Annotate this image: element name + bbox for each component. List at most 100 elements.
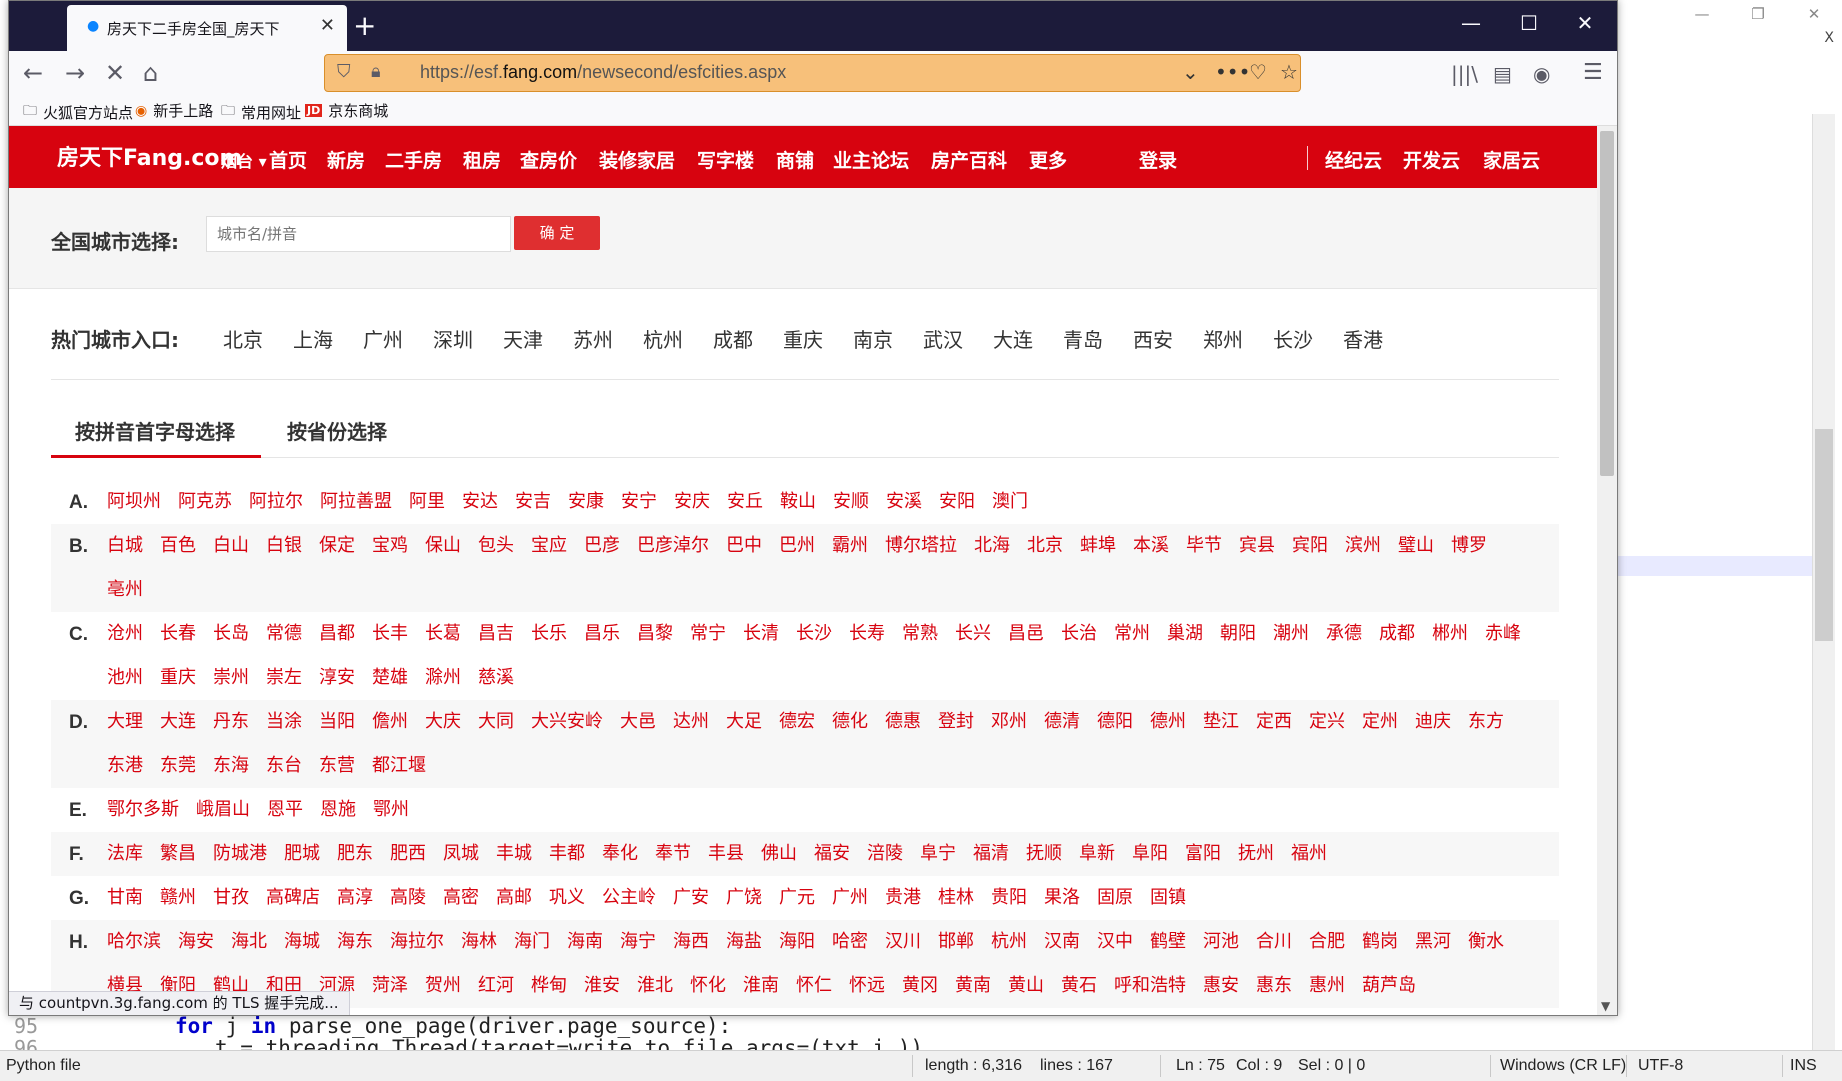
city-link[interactable]: 巢湖 — [1167, 612, 1203, 656]
hot-city-link[interactable]: 重庆 — [783, 324, 823, 353]
city-link[interactable]: 阜新 — [1079, 832, 1115, 876]
city-link[interactable]: 阿里 — [409, 480, 445, 524]
city-link[interactable]: 郴州 — [1432, 612, 1468, 656]
city-link[interactable]: 宾县 — [1239, 524, 1275, 568]
menu-icon[interactable]: ☰ — [1583, 60, 1603, 85]
city-link[interactable]: 都江堰 — [372, 744, 426, 788]
city-link[interactable]: 丰城 — [496, 832, 532, 876]
city-link[interactable]: 璧山 — [1398, 524, 1434, 568]
city-link[interactable]: 丹东 — [213, 700, 249, 744]
city-link[interactable]: 长清 — [743, 612, 779, 656]
city-link[interactable]: 本溪 — [1133, 524, 1169, 568]
city-link[interactable]: 海门 — [514, 920, 550, 964]
city-link[interactable]: 潮州 — [1273, 612, 1309, 656]
city-link[interactable]: 东港 — [107, 744, 143, 788]
scroll-down-icon[interactable]: ▼ — [1601, 999, 1610, 1013]
city-link[interactable]: 慈溪 — [478, 656, 514, 700]
lock-icon[interactable]: 🔒︎ — [371, 61, 381, 82]
city-link[interactable]: 长春 — [160, 612, 196, 656]
library-icon[interactable]: |||\ — [1451, 62, 1478, 86]
city-search-input[interactable] — [206, 216, 511, 252]
city-link[interactable]: 保定 — [319, 524, 355, 568]
nav-item[interactable]: 商铺 — [776, 146, 814, 173]
city-link[interactable]: 淮南 — [743, 964, 779, 1008]
city-link[interactable]: 安溪 — [886, 480, 922, 524]
city-link[interactable]: 成都 — [1379, 612, 1415, 656]
city-link[interactable]: 葫芦岛 — [1362, 964, 1416, 1008]
city-link[interactable]: 长兴 — [955, 612, 991, 656]
nav-item[interactable]: 更多 — [1029, 146, 1067, 173]
city-link[interactable]: 宝鸡 — [372, 524, 408, 568]
city-link[interactable]: 阿克苏 — [178, 480, 232, 524]
city-link[interactable]: 涪陵 — [867, 832, 903, 876]
city-link[interactable]: 公主岭 — [602, 876, 656, 920]
url-dropdown-icon[interactable]: ⌄ — [1182, 60, 1199, 84]
city-link[interactable]: 惠州 — [1309, 964, 1345, 1008]
city-link[interactable]: 东台 — [266, 744, 302, 788]
city-link[interactable]: 防城港 — [213, 832, 267, 876]
city-link[interactable]: 昌都 — [319, 612, 355, 656]
new-tab-icon[interactable]: + — [353, 9, 376, 42]
city-link[interactable]: 奉化 — [602, 832, 638, 876]
city-link[interactable]: 东方 — [1468, 700, 1504, 744]
city-link[interactable]: 东海 — [213, 744, 249, 788]
city-link[interactable]: 恩平 — [267, 788, 303, 832]
city-link[interactable]: 德化 — [832, 700, 868, 744]
bookmark-item[interactable]: 🗀 常用网址 — [221, 100, 301, 124]
city-link[interactable]: 怀仁 — [796, 964, 832, 1008]
city-link[interactable]: 安康 — [568, 480, 604, 524]
stop-loading-icon[interactable]: ✕ — [105, 59, 125, 87]
city-link[interactable]: 北京 — [1027, 524, 1063, 568]
city-link[interactable]: 海拉尔 — [390, 920, 444, 964]
city-link[interactable]: 巴州 — [779, 524, 815, 568]
login-link[interactable]: 登录 — [1139, 146, 1177, 173]
city-link[interactable]: 德州 — [1150, 700, 1186, 744]
city-link[interactable]: 怀化 — [690, 964, 726, 1008]
city-link[interactable]: 赣州 — [160, 876, 196, 920]
city-link[interactable]: 滁州 — [425, 656, 461, 700]
city-link[interactable]: 赤峰 — [1485, 612, 1521, 656]
city-link[interactable]: 阜阳 — [1132, 832, 1168, 876]
editor-tab-close[interactable]: X — [1824, 30, 1834, 46]
editor-close-button[interactable]: ✕ — [1786, 0, 1842, 28]
city-link[interactable]: 长寿 — [849, 612, 885, 656]
maximize-button[interactable]: ☐ — [1509, 11, 1549, 35]
bookmark-item[interactable]: JD 京东商城 — [305, 100, 388, 121]
city-link[interactable]: 昌黎 — [637, 612, 673, 656]
city-link[interactable]: 福州 — [1291, 832, 1327, 876]
city-link[interactable]: 长沙 — [796, 612, 832, 656]
city-link[interactable]: 阿拉尔 — [249, 480, 303, 524]
sidebar-icon[interactable]: ▤ — [1493, 62, 1512, 86]
city-link[interactable]: 广元 — [779, 876, 815, 920]
city-link[interactable]: 高淳 — [337, 876, 373, 920]
city-link[interactable]: 常熟 — [902, 612, 938, 656]
city-link[interactable]: 迪庆 — [1415, 700, 1451, 744]
city-link[interactable]: 巴中 — [726, 524, 762, 568]
minimize-button[interactable]: — — [1451, 11, 1491, 35]
city-link[interactable]: 博罗 — [1451, 524, 1487, 568]
city-link[interactable]: 阜宁 — [920, 832, 956, 876]
city-link[interactable]: 合川 — [1256, 920, 1292, 964]
city-link[interactable]: 当涂 — [266, 700, 302, 744]
city-link[interactable]: 巴彦淖尔 — [637, 524, 709, 568]
nav-item[interactable]: 业主论坛 — [833, 146, 909, 173]
city-link[interactable]: 丰都 — [549, 832, 585, 876]
hot-city-link[interactable]: 西安 — [1133, 324, 1173, 353]
page-actions-icon[interactable]: ••• — [1215, 60, 1250, 84]
city-link[interactable]: 甘南 — [107, 876, 143, 920]
browser-tab[interactable]: ● 房天下二手房全国_房天下 ✕ — [67, 5, 347, 51]
city-link[interactable]: 肥西 — [390, 832, 426, 876]
nav-item[interactable]: 写字楼 — [697, 146, 754, 173]
city-link[interactable]: 凤城 — [443, 832, 479, 876]
city-link[interactable]: 怀远 — [849, 964, 885, 1008]
city-link[interactable]: 安顺 — [833, 480, 869, 524]
city-link[interactable]: 固原 — [1097, 876, 1133, 920]
hot-city-link[interactable]: 成都 — [713, 324, 753, 353]
forward-icon[interactable]: → — [65, 59, 85, 87]
bookmark-item[interactable]: ◉ 新手上路 — [135, 100, 213, 121]
right-nav-item[interactable]: 开发云 — [1403, 146, 1460, 173]
city-link[interactable]: 邓州 — [991, 700, 1027, 744]
city-link[interactable]: 长治 — [1061, 612, 1097, 656]
city-link[interactable]: 高邮 — [496, 876, 532, 920]
city-link[interactable]: 抚州 — [1238, 832, 1274, 876]
